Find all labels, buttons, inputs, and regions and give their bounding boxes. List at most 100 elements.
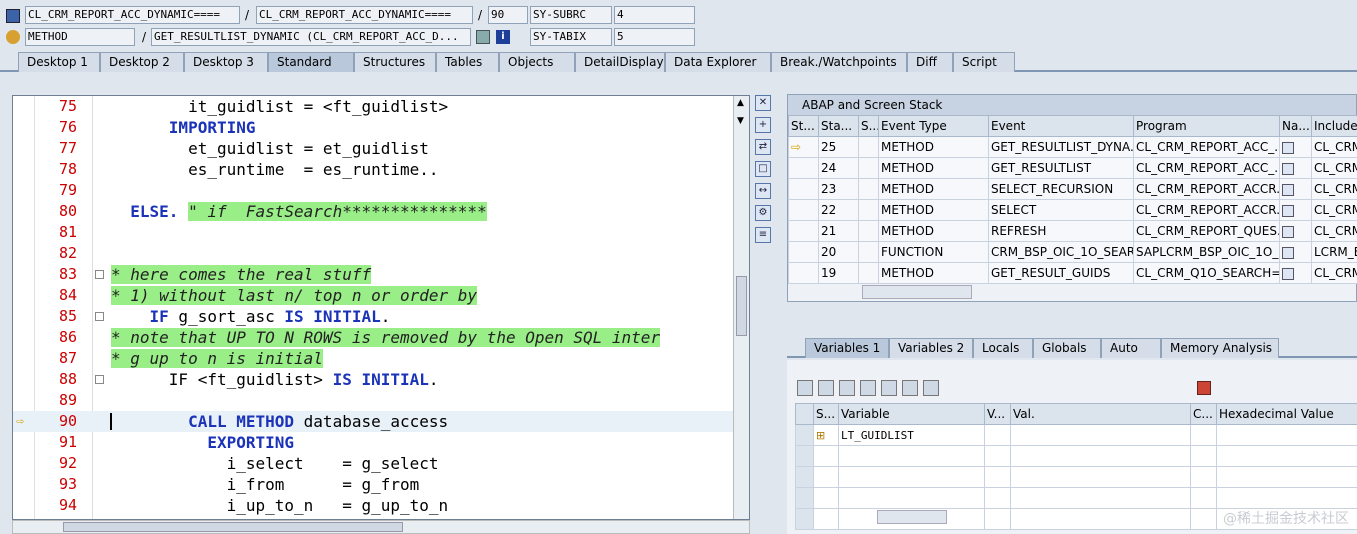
tab-desktop-2[interactable]: Desktop 2: [100, 52, 184, 72]
row-selector[interactable]: [795, 466, 814, 488]
variables-column-header[interactable]: Variable: [838, 403, 985, 425]
stack-row[interactable]: 23 METHOD SELECT_RECURSION CL_CRM_REPORT_AC…: [788, 178, 1357, 200]
navigate-to-source-icon[interactable]: [1282, 141, 1294, 154]
stack-column-header[interactable]: Include: [1311, 115, 1357, 137]
stack-hscroll[interactable]: [862, 285, 972, 299]
stack-row[interactable]: 24 METHOD GET_RESULTLIST CL_CRM_REPORT_ACC_…: [788, 157, 1357, 179]
code-line[interactable]: 82: [13, 243, 735, 264]
variable-cell[interactable]: [984, 508, 1011, 530]
code-line[interactable]: 90 CALL METHOD database_access ⇨: [13, 411, 735, 432]
code-line[interactable]: 89: [13, 390, 735, 411]
delete-icon[interactable]: [797, 380, 813, 396]
stack-nav-cell[interactable]: [1279, 199, 1312, 221]
variable-row[interactable]: [795, 445, 1357, 467]
info-icon[interactable]: i: [496, 30, 510, 44]
code-line[interactable]: 84 * 1) without last n/ top n or order by: [13, 285, 735, 306]
editor-scroll-thumb[interactable]: [736, 276, 747, 336]
code-line[interactable]: 91 EXPORTING: [13, 432, 735, 453]
code-line[interactable]: 86 * note that UP TO N ROWS is removed by…: [13, 327, 735, 348]
close-icon[interactable]: ✕: [755, 95, 771, 111]
config-icon[interactable]: [923, 380, 939, 396]
tab-variables-2[interactable]: Variables 2: [889, 338, 973, 358]
stack-column-header[interactable]: Event Type: [878, 115, 989, 137]
stack-row[interactable]: 22 METHOD SELECT CL_CRM_REPORT_ACCR... CL_CR…: [788, 199, 1357, 221]
code-line[interactable]: 92 i_select = g_select: [13, 453, 735, 474]
navigate-to-source-icon[interactable]: [1282, 162, 1294, 175]
navigate-to-source-icon[interactable]: [1282, 246, 1294, 259]
swap-tool-icon[interactable]: ⇄: [755, 139, 771, 155]
tab-structures[interactable]: Structures: [354, 52, 436, 72]
code-editor[interactable]: 75 it_guidlist = <ft_guidlist> 76 IMPORTI…: [12, 95, 750, 520]
variable-cell[interactable]: [984, 466, 1011, 488]
variable-cell[interactable]: [1216, 445, 1357, 467]
code-line[interactable]: 94 i_up_to_n = g_up_to_n: [13, 495, 735, 516]
editor-vertical-scrollbar[interactable]: ▲ ▼: [733, 96, 749, 519]
variable-name-cell[interactable]: [838, 487, 985, 509]
sysval-field-2[interactable]: 5: [614, 28, 695, 46]
variable-cell[interactable]: [813, 466, 839, 488]
code-line[interactable]: 78 es_runtime = es_runtime..: [13, 159, 735, 180]
variable-row[interactable]: ⊞ LT_GUIDLIST: [795, 424, 1357, 446]
navigate-to-source-icon[interactable]: [1282, 225, 1294, 238]
stack-nav-cell[interactable]: [1279, 178, 1312, 200]
variable-cell[interactable]: [1190, 424, 1217, 446]
row-selector[interactable]: [795, 424, 814, 446]
internal-table-icon[interactable]: ⊞: [816, 429, 825, 442]
tab-auto[interactable]: Auto: [1101, 338, 1161, 358]
variables-column-header[interactable]: Val.: [1010, 403, 1191, 425]
code-line[interactable]: 80 ELSE. " if FastSearch***************: [13, 201, 735, 222]
stack-nav-cell[interactable]: [1279, 157, 1312, 179]
editor-horizontal-scrollbar[interactable]: [12, 520, 750, 534]
tab-desktop-1[interactable]: Desktop 1: [18, 52, 100, 72]
load-vars-icon[interactable]: [839, 380, 855, 396]
event-type-field[interactable]: METHOD: [25, 28, 135, 46]
maximize-icon[interactable]: □: [755, 161, 771, 177]
stack-nav-cell[interactable]: [1279, 136, 1312, 158]
tab-breakpoints[interactable]: Break./Watchpoints: [771, 52, 907, 72]
tab-tables[interactable]: Tables: [436, 52, 499, 72]
tab-locals[interactable]: Locals: [973, 338, 1033, 358]
stack-nav-cell[interactable]: [1279, 262, 1312, 284]
variable-cell[interactable]: [984, 487, 1011, 509]
variables-column-header[interactable]: S...: [813, 403, 839, 425]
code-line[interactable]: 79: [13, 180, 735, 201]
variable-cell[interactable]: [1216, 487, 1357, 509]
variables-hscroll[interactable]: [877, 510, 947, 524]
include-field[interactable]: CL_CRM_REPORT_ACC_DYNAMIC====: [256, 6, 473, 24]
stack-column-header[interactable]: Event: [988, 115, 1134, 137]
stack-nav-cell[interactable]: [1279, 241, 1312, 263]
save-icon[interactable]: [1197, 381, 1211, 395]
variable-cell[interactable]: [1010, 466, 1191, 488]
code-line[interactable]: 88 IF <ft_guidlist> IS INITIAL.: [13, 369, 735, 390]
tab-desktop-3[interactable]: Desktop 3: [184, 52, 268, 72]
variable-cell[interactable]: [1190, 508, 1217, 530]
code-line[interactable]: 81: [13, 222, 735, 243]
row-selector[interactable]: [795, 508, 814, 530]
code-line[interactable]: 76 IMPORTING: [13, 117, 735, 138]
new-tool-icon[interactable]: +: [755, 117, 771, 133]
variables-column-header[interactable]: V...: [984, 403, 1011, 425]
stack-row[interactable]: 19 METHOD GET_RESULT_GUIDS CL_CRM_Q1O_SEARC…: [788, 262, 1357, 284]
code-line[interactable]: 83 * here comes the real stuff: [13, 264, 735, 285]
stack-nav-cell[interactable]: [1279, 220, 1312, 242]
variable-cell[interactable]: [1190, 466, 1217, 488]
stack-column-header[interactable]: Na...: [1279, 115, 1312, 137]
row-selector[interactable]: [795, 445, 814, 467]
variable-cell[interactable]: [1010, 445, 1191, 467]
navigate-to-source-icon[interactable]: [1282, 267, 1294, 280]
tab-variables-1[interactable]: Variables 1: [805, 338, 889, 358]
stack-row[interactable]: ⇨ 25 METHOD GET_RESULTLIST_DYNA... CL_CRM_RE…: [788, 136, 1357, 158]
variable-cell[interactable]: [1190, 487, 1217, 509]
variable-cell[interactable]: [813, 508, 839, 530]
variable-cell[interactable]: [984, 445, 1011, 467]
code-line[interactable]: 75 it_guidlist = <ft_guidlist>: [13, 96, 735, 117]
hierarchy-icon[interactable]: [881, 380, 897, 396]
tab-standard[interactable]: Standard: [268, 52, 354, 72]
scroll-down-icon[interactable]: ▼: [737, 116, 744, 126]
code-line[interactable]: 77 et_guidlist = et_guidlist: [13, 138, 735, 159]
sysvar-field-1[interactable]: SY-SUBRC: [530, 6, 612, 24]
line-field[interactable]: 90: [488, 6, 528, 24]
variable-name-cell[interactable]: [838, 466, 985, 488]
settings-icon[interactable]: ≡: [755, 227, 771, 243]
variable-name-cell[interactable]: [838, 445, 985, 467]
